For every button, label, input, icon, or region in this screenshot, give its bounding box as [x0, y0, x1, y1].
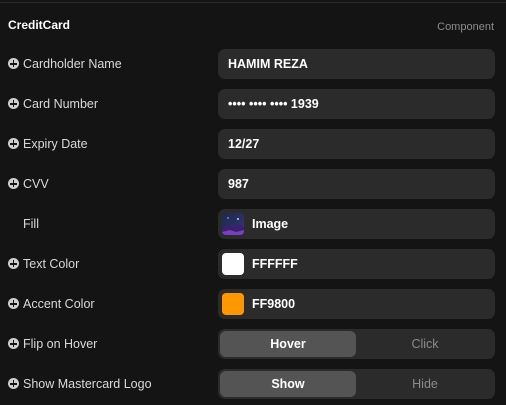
segment-show[interactable]: Show: [220, 371, 356, 397]
property-label: CVV: [23, 177, 49, 191]
component-title: CreditCard: [8, 18, 71, 32]
plus-circle-icon[interactable]: [8, 58, 19, 69]
plus-circle-icon[interactable]: [8, 138, 19, 149]
property-label: Expiry Date: [23, 137, 88, 151]
property-row-flip-on-hover: Flip on Hover Hover Click: [0, 329, 506, 359]
property-row-text-color: Text Color FFFFFF: [0, 249, 506, 279]
color-swatch[interactable]: [222, 253, 244, 275]
property-row-accent-color: Accent Color FF9800: [0, 289, 506, 319]
panel-header: CreditCard Component: [0, 0, 506, 44]
image-thumbnail-icon: [222, 213, 244, 235]
segment-hover[interactable]: Hover: [220, 331, 356, 357]
accent-color-picker[interactable]: FF9800: [218, 289, 495, 319]
plus-circle-icon[interactable]: [8, 338, 19, 349]
cvv-input[interactable]: 987: [218, 169, 495, 199]
property-label: Fill: [23, 217, 39, 231]
property-row-cvv: CVV 987: [0, 169, 506, 199]
property-label: Flip on Hover: [23, 337, 98, 351]
property-row-show-mastercard-logo: Show Mastercard Logo Show Hide: [0, 369, 506, 399]
property-label: Cardholder Name: [23, 57, 122, 71]
segment-hide[interactable]: Hide: [357, 371, 493, 397]
plus-circle-icon[interactable]: [8, 258, 19, 269]
cardholder-name-input[interactable]: HAMIM REZA: [218, 49, 495, 79]
field-value: HAMIM REZA: [228, 57, 308, 71]
property-row-fill: Fill Image: [0, 209, 506, 239]
field-value: 12/27: [228, 137, 260, 151]
plus-circle-icon[interactable]: [8, 98, 19, 109]
property-row-expiry-date: Expiry Date 12/27: [0, 129, 506, 159]
field-value: 987: [228, 177, 249, 191]
field-value: Image: [252, 217, 289, 231]
component-type-label: Component: [437, 21, 494, 33]
property-label: Show Mastercard Logo: [23, 377, 152, 391]
expiry-date-input[interactable]: 12/27: [218, 129, 495, 159]
plus-circle-icon[interactable]: [8, 378, 19, 389]
field-value: FF9800: [252, 297, 296, 311]
show-mastercard-logo-segmented-control: Show Hide: [218, 369, 495, 399]
text-color-picker[interactable]: FFFFFF: [218, 249, 495, 279]
property-label: Card Number: [23, 97, 99, 111]
property-label: Text Color: [23, 257, 80, 271]
flip-on-hover-segmented-control: Hover Click: [218, 329, 495, 359]
field-value: FFFFFF: [252, 257, 298, 271]
plus-circle-icon[interactable]: [8, 298, 19, 309]
segment-click[interactable]: Click: [357, 331, 493, 357]
color-swatch[interactable]: [222, 293, 244, 315]
properties-panel: CreditCard Component Cardholder Name HAM…: [0, 0, 506, 405]
field-value: •••• •••• •••• 1939: [228, 97, 319, 111]
card-number-input[interactable]: •••• •••• •••• 1939: [218, 89, 495, 119]
property-row-card-number: Card Number •••• •••• •••• 1939: [0, 89, 506, 119]
plus-circle-icon[interactable]: [8, 178, 19, 189]
property-label: Accent Color: [23, 297, 95, 311]
property-row-cardholder-name: Cardholder Name HAMIM REZA: [0, 49, 506, 79]
fill-picker[interactable]: Image: [218, 209, 495, 239]
